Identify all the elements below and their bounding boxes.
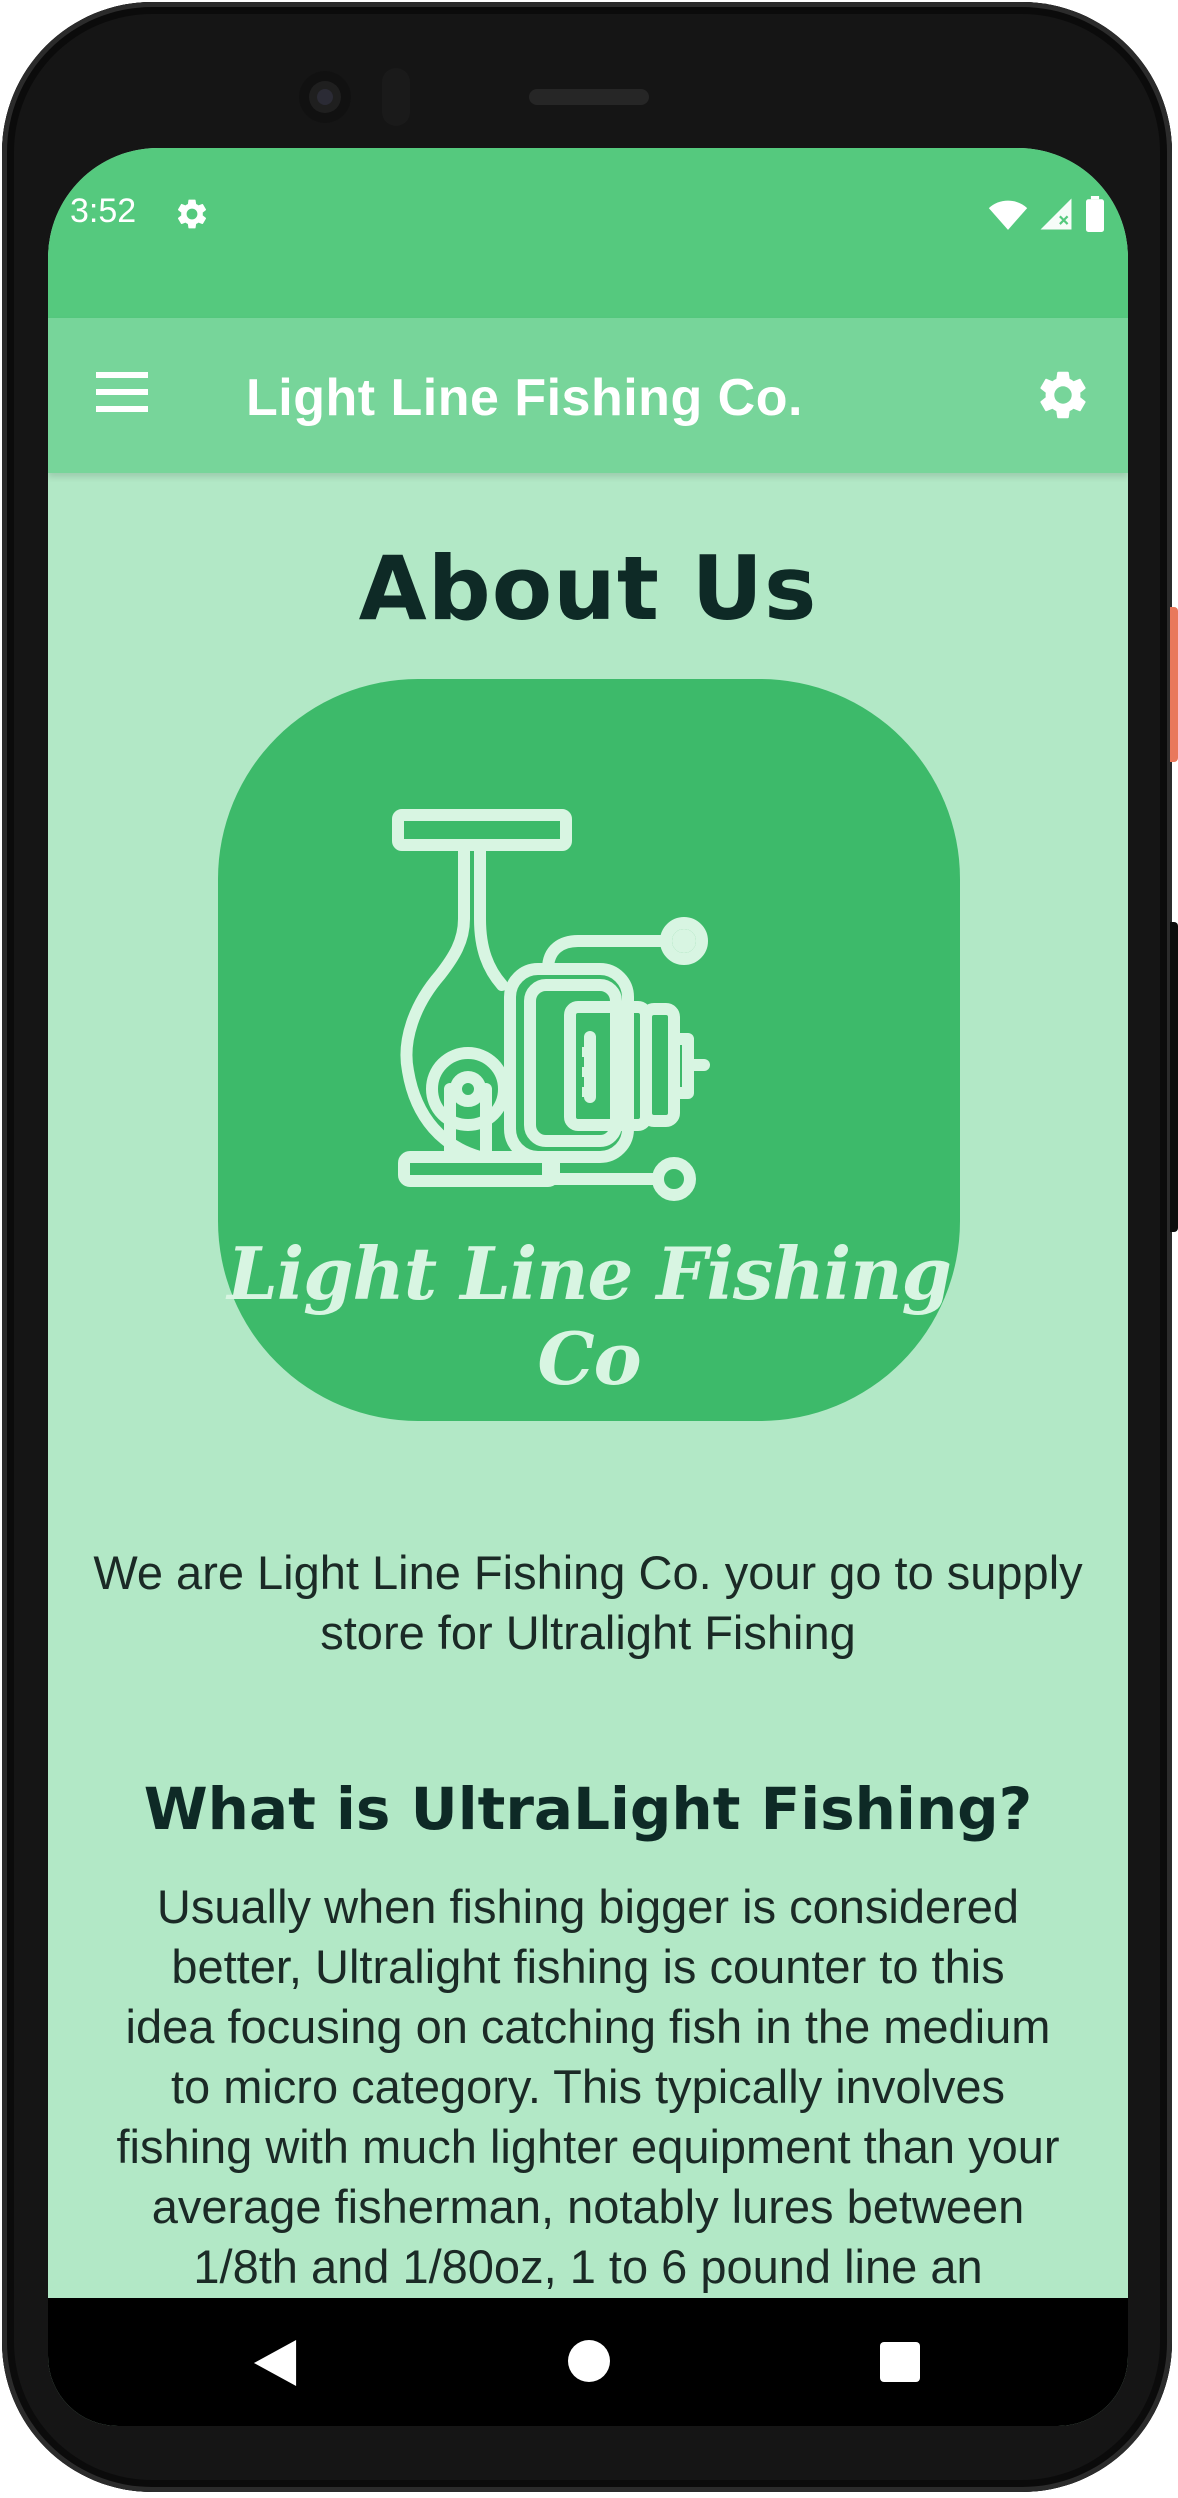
wifi-icon <box>988 200 1028 230</box>
body-line: better, Ultralight fishing is counter to… <box>171 1940 1005 1993</box>
intro-text: We are Light Line Fishing Co. your go to… <box>68 1543 1108 1663</box>
status-bar: 3:52 <box>48 148 1128 318</box>
body-line: fishing with much lighter equipment than… <box>116 2120 1060 2173</box>
section-heading: What is UltraLight Fishing? <box>143 1775 1033 1843</box>
app-bar: Light Line Fishing Co. <box>48 318 1128 473</box>
intro-line: We are Light Line Fishing Co. your go to… <box>93 1546 1083 1599</box>
volume-button <box>1170 922 1178 1232</box>
body-line: Usually when fishing bigger is considere… <box>156 1880 1020 1933</box>
body-line: 1/8th and 1/80oz, 1 to 6 pound line an <box>193 2240 983 2293</box>
body-line: average fisherman, notably lures between <box>151 2180 1025 2233</box>
back-triangle-icon[interactable] <box>253 2340 297 2386</box>
navigation-bar <box>48 2298 1128 2426</box>
status-time: 3:52 <box>70 192 137 230</box>
status-icons <box>988 196 1106 232</box>
intro-line: store for Ultralight Fishing <box>320 1606 856 1659</box>
about-content[interactable]: About Us Light Line Fishing Co We are Li… <box>48 473 1128 2426</box>
home-circle-icon[interactable] <box>568 2340 610 2382</box>
front-camera <box>299 71 351 123</box>
app-title: Light Line Fishing Co. <box>246 369 803 427</box>
recents-square-icon[interactable] <box>880 2342 920 2382</box>
earpiece-speaker <box>529 89 649 105</box>
screen: 3:52 Light Line Fishing Co. About Us Lig… <box>48 148 1128 2426</box>
battery-icon <box>1086 196 1104 232</box>
hamburger-menu-icon[interactable] <box>96 370 148 414</box>
gear-icon <box>177 199 207 229</box>
page-title: About Us <box>358 537 818 640</box>
body-line: idea focusing on catching fish in the me… <box>125 2000 1051 2053</box>
proximity-sensor <box>382 68 410 126</box>
logo-wordmark: Light Line Fishing Co <box>227 1231 952 1401</box>
signal-icon <box>1040 198 1072 230</box>
body-text: Usually when fishing bigger is considere… <box>78 1877 1098 2297</box>
phone-frame: 3:52 Light Line Fishing Co. About Us Lig… <box>2 2 1178 2492</box>
company-logo: Light Line Fishing Co <box>218 679 960 1421</box>
body-line: to micro category. This typically involv… <box>170 2060 1006 2113</box>
power-button <box>1170 607 1178 762</box>
settings-gear-icon[interactable] <box>1034 366 1092 424</box>
